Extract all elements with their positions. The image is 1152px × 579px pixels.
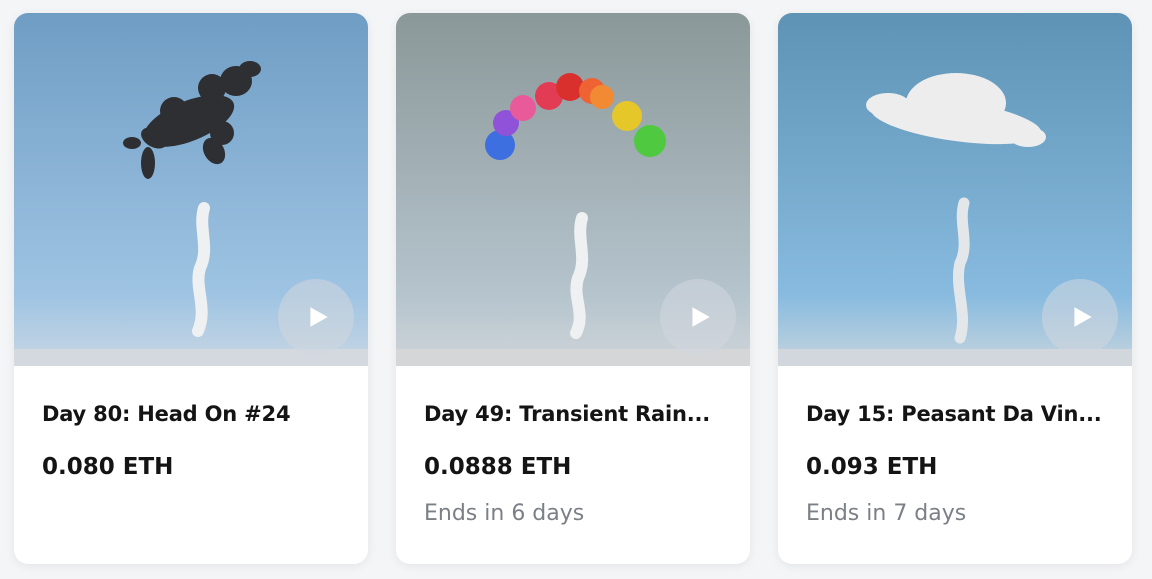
nft-card[interactable]: Day 80: Head On #24 0.080 ETH <box>14 13 368 564</box>
card-title[interactable]: Day 80: Head On #24 <box>42 401 340 427</box>
play-icon <box>692 307 710 327</box>
card-end-time: Ends in 7 days <box>806 501 967 526</box>
card-title[interactable]: Day 49: Transient Rain... <box>424 401 722 427</box>
play-button[interactable] <box>1042 279 1118 355</box>
card-end-time: Ends in 6 days <box>424 501 585 526</box>
card-title[interactable]: Day 15: Peasant Da Vin... <box>806 401 1104 427</box>
nft-card[interactable]: Day 15: Peasant Da Vin... 0.093 ETH Ends… <box>778 13 1132 564</box>
card-media[interactable] <box>396 13 750 366</box>
play-button[interactable] <box>278 279 354 355</box>
play-icon <box>310 307 328 327</box>
nft-card[interactable]: Day 49: Transient Rain... 0.0888 ETH End… <box>396 13 750 564</box>
card-media[interactable] <box>778 13 1132 366</box>
play-button[interactable] <box>660 279 736 355</box>
card-price: 0.093 ETH <box>806 454 938 480</box>
card-price: 0.080 ETH <box>42 454 174 480</box>
card-media[interactable] <box>14 13 368 366</box>
card-price: 0.0888 ETH <box>424 454 572 480</box>
play-icon <box>1074 307 1092 327</box>
